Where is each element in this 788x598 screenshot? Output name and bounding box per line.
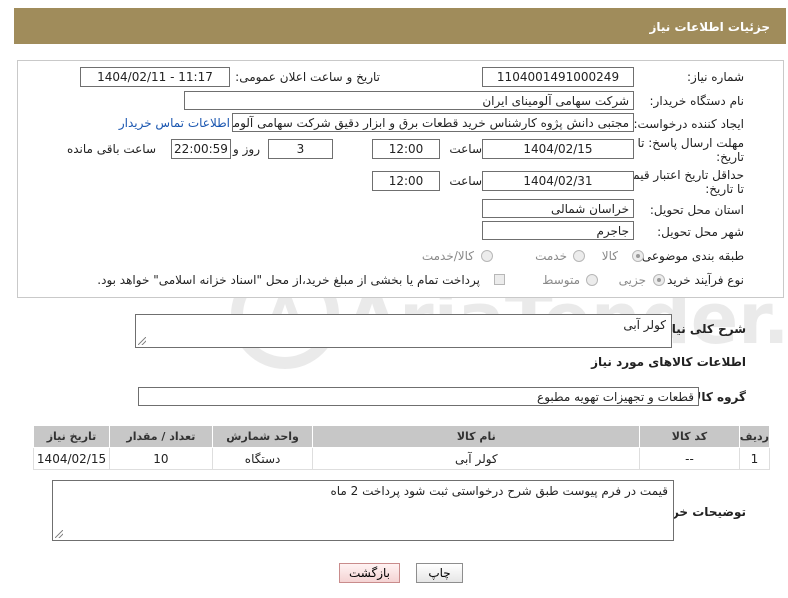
days-label: روز و <box>233 142 260 156</box>
col-date: تاریخ نیاز <box>32 425 111 448</box>
deadline-time-field: 12:00 <box>372 139 440 159</box>
category-option-goods-service: کالا/خدمت <box>421 249 474 263</box>
category-label: طبقه بندی موضوعی: <box>637 249 744 263</box>
col-unit: واحد شمارش <box>211 425 314 448</box>
process-radio-medium[interactable] <box>586 274 598 286</box>
announce-date-label: تاریخ و ساعت اعلان عمومی: <box>235 70 380 84</box>
cell-row: 1 <box>738 447 771 470</box>
validity-label: حداقل تاریخ اعتبار قیمت: <box>617 168 744 182</box>
goods-table: ردیف کد کالا نام کالا واحد شمارش تعداد /… <box>32 425 771 470</box>
resize-grip-icon[interactable] <box>55 530 63 538</box>
col-row: ردیف <box>738 425 771 448</box>
goods-table-header: ردیف کد کالا نام کالا واحد شمارش تعداد /… <box>32 425 771 448</box>
category-radio-service[interactable] <box>573 250 585 262</box>
province-field: خراسان شمالی <box>482 199 634 218</box>
treasury-payment-note: پرداخت تمام یا بخشی از مبلغ خرید،از محل … <box>97 273 480 287</box>
cell-unit: دستگاه <box>211 447 314 470</box>
need-number-label: شماره نیاز: <box>687 70 744 84</box>
process-radio-minor[interactable] <box>653 274 665 286</box>
cell-date: 1404/02/15 <box>32 447 111 470</box>
cell-qty: 10 <box>109 447 213 470</box>
cell-code: -- <box>639 447 740 470</box>
category-radio-goods[interactable] <box>632 250 644 262</box>
resize-grip-icon[interactable] <box>138 337 146 345</box>
validity-date-field: 1404/02/31 <box>482 171 634 191</box>
city-label: شهر محل تحویل: <box>657 225 744 239</box>
category-option-service: خدمت <box>535 249 567 263</box>
page-header: جزئیات اطلاعات نیاز <box>14 8 786 44</box>
summary-textarea: کولر آبی <box>135 314 672 348</box>
buyer-notes-text: قیمت در فرم پیوست طبق شرح درخواستی ثبت ش… <box>330 484 668 498</box>
goods-section-title: اطلاعات کالاهای مورد نیاز <box>591 355 746 369</box>
goods-group-field: قطعات و تجهیزات تهویه مطبوع <box>138 387 699 406</box>
deadline-label: مهلت ارسال پاسخ: تا <box>637 136 744 150</box>
treasury-payment-checkbox[interactable] <box>494 274 505 285</box>
buyer-org-field: شرکت سهامی آلومینای ایران <box>184 91 634 110</box>
col-code: کد کالا <box>639 425 740 448</box>
summary-text: کولر آبی <box>623 318 666 332</box>
announce-date-field: 1404/02/11 - 11:17 <box>80 67 230 87</box>
province-label: استان محل تحویل: <box>649 203 744 217</box>
time-remaining-field: 22:00:59 <box>171 139 231 159</box>
creator-label: ایجاد کننده درخواست: <box>633 117 744 131</box>
need-number-field: 1104001491000249 <box>482 67 634 87</box>
validity-time-label: ساعت <box>449 174 482 188</box>
deadline-date-field: 1404/02/15 <box>482 139 634 159</box>
category-option-goods: کالا <box>601 249 618 263</box>
validity-time-field: 12:00 <box>372 171 440 191</box>
print-button[interactable]: چاپ <box>416 563 463 583</box>
category-radio-goods-service[interactable] <box>481 250 493 262</box>
city-field: جاجرم <box>482 221 634 240</box>
table-row: 1 -- کولر آبی دستگاه 10 1404/02/15 <box>32 447 771 470</box>
validity-label-2: تا تاریخ: <box>705 182 744 196</box>
buyer-notes-textarea: قیمت در فرم پیوست طبق شرح درخواستی ثبت ش… <box>52 480 674 541</box>
days-remaining-field: 3 <box>268 139 333 159</box>
page-title: جزئیات اطلاعات نیاز <box>649 20 770 34</box>
cell-name: کولر آبی <box>312 447 641 470</box>
buyer-contact-link[interactable]: اطلاعات تماس خریدار <box>119 116 230 130</box>
deadline-time-label: ساعت <box>449 142 482 156</box>
buyer-org-label: نام دستگاه خریدار: <box>649 94 745 108</box>
deadline-label-2: تاریخ: <box>716 150 744 164</box>
time-remaining-label: ساعت باقی مانده <box>66 142 156 156</box>
summary-label: شرح کلی نیاز: <box>660 322 746 336</box>
process-option-minor: جزیی <box>618 273 646 287</box>
col-name: نام کالا <box>312 425 641 448</box>
process-label: نوع فرآیند خرید : <box>659 273 744 287</box>
col-qty: تعداد / مقدار <box>109 425 213 448</box>
creator-field: مجتبی دانش پژوه کارشناس خرید قطعات برق و… <box>232 113 634 132</box>
back-button[interactable]: بازگشت <box>339 563 400 583</box>
process-option-medium: متوسط <box>542 273 580 287</box>
